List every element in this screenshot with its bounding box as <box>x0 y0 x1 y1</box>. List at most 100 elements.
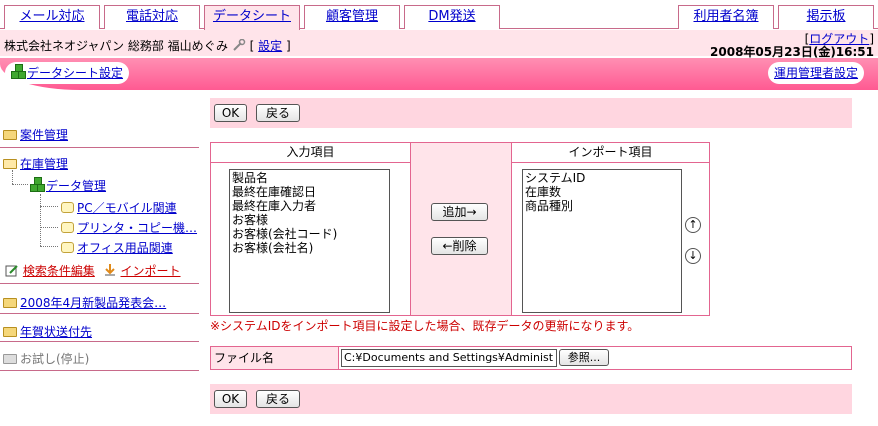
folder-icon <box>3 298 17 308</box>
tab-bar: メール対応 電話対応 データシート 顧客管理 DM発送 利用者名簿 掲示板 <box>0 0 878 30</box>
ok-button-top[interactable]: OK <box>214 104 247 122</box>
user-name: 株式会社ネオジャパン 総務部 福山めぐみ <box>4 39 228 53</box>
sidebar-item-product-launch-link[interactable]: 2008年4月新製品発表会… <box>20 296 166 310</box>
input-items-header: 入力項目 <box>211 143 410 163</box>
tab-board-link[interactable]: 掲示板 <box>806 9 845 24</box>
folder-icon <box>3 130 17 140</box>
tree-line <box>40 227 58 228</box>
tab-customer[interactable]: 顧客管理 <box>304 5 400 29</box>
import-items-header: インポート項目 <box>512 143 709 163</box>
tab-phone[interactable]: 電話対応 <box>104 5 200 29</box>
tab-mail-link[interactable]: メール対応 <box>19 9 84 24</box>
file-row: ファイル名 C:¥Documents and Settings¥Administ… <box>210 346 852 370</box>
tab-dm[interactable]: DM発送 <box>404 5 500 29</box>
file-name-label: ファイル名 <box>211 347 339 369</box>
sidebar-item-trial-label: お試し(停止) <box>20 352 90 366</box>
import-items-panel: インポート項目 システムID 在庫数 商品種別 ↑ ↓ <box>511 142 710 316</box>
list-item[interactable]: 在庫数 <box>525 185 679 199</box>
search-condition-edit-link[interactable]: 検索条件編集 <box>23 264 95 278</box>
ok-button-bottom[interactable]: OK <box>214 390 247 408</box>
import-note: ※システムIDをインポート項目に設定した場合、既存データの更新になります。 <box>210 319 640 333</box>
back-button-bottom[interactable]: 戻る <box>256 390 300 408</box>
sidebar-item-stock-link[interactable]: 在庫管理 <box>20 157 68 171</box>
chat-icon <box>61 222 74 233</box>
chat-icon <box>61 202 74 213</box>
sidebar-divider <box>0 147 199 148</box>
bottom-button-bar: OK 戻る <box>210 384 852 414</box>
datasheet-settings-pill[interactable]: データシート設定 <box>5 62 130 84</box>
sidebar-item-data-mgmt-link[interactable]: データ管理 <box>46 179 106 193</box>
back-button-top[interactable]: 戻る <box>256 104 300 122</box>
sidebar-item-stock[interactable]: 在庫管理 <box>3 155 202 172</box>
move-buttons-panel: 追加→ ←削除 <box>410 142 512 316</box>
folder-icon <box>3 354 17 364</box>
sidebar-item-newyear-link[interactable]: 年賀状送付先 <box>20 325 92 339</box>
add-button[interactable]: 追加→ <box>431 203 488 221</box>
sidebar-divider <box>0 283 199 284</box>
datasheet-icon <box>30 177 46 193</box>
datasheet-icon <box>11 64 27 80</box>
user-info: 株式会社ネオジャパン 総務部 福山めぐみ [ 設定 ] <box>4 37 291 54</box>
sidebar-item-pc-link[interactable]: PC／モバイル関連 <box>77 201 177 215</box>
sidebar-divider <box>0 341 199 342</box>
sidebar-divider <box>0 313 199 314</box>
tab-users[interactable]: 利用者名簿 <box>678 5 774 29</box>
sidebar-item-case[interactable]: 案件管理 <box>3 126 202 143</box>
tab-datasheet[interactable]: データシート <box>204 5 300 30</box>
settings-bracket-close: ] <box>286 39 291 53</box>
sidebar-divider <box>0 370 199 371</box>
list-item[interactable]: 最終在庫確認日 <box>232 185 387 199</box>
settings-link[interactable]: 設定 <box>258 39 282 53</box>
pink-band <box>0 58 878 90</box>
tree-line <box>40 206 58 207</box>
list-item[interactable]: お客様(会社コード) <box>232 227 387 241</box>
folder-open-icon <box>3 159 17 169</box>
settings-bracket-open: [ <box>249 39 255 53</box>
top-button-bar: OK 戻る <box>210 98 852 128</box>
browse-button[interactable]: 参照... <box>559 349 609 366</box>
import-link[interactable]: インポート <box>121 264 181 278</box>
admin-settings-link[interactable]: 運用管理者設定 <box>774 66 858 80</box>
sidebar-item-newyear[interactable]: 年賀状送付先 <box>3 323 202 340</box>
tree-line <box>40 194 41 246</box>
list-item[interactable]: システムID <box>525 171 679 185</box>
sidebar-item-product-launch[interactable]: 2008年4月新製品発表会… <box>3 294 202 311</box>
tab-mail[interactable]: メール対応 <box>4 5 100 29</box>
list-item[interactable]: 最終在庫入力者 <box>232 199 387 213</box>
tree-line <box>40 246 58 247</box>
sidebar-actions: 検索条件編集 インポート <box>5 262 204 279</box>
admin-settings-pill[interactable]: 運用管理者設定 <box>768 62 865 84</box>
move-down-icon[interactable]: ↓ <box>685 248 701 264</box>
move-up-icon[interactable]: ↑ <box>685 217 701 233</box>
tab-users-link[interactable]: 利用者名簿 <box>693 9 758 24</box>
tree-line <box>12 184 28 185</box>
sidebar-item-data-mgmt[interactable]: データ管理 <box>30 177 229 194</box>
tab-dm-link[interactable]: DM発送 <box>428 9 475 24</box>
list-item[interactable]: 製品名 <box>232 171 387 185</box>
tab-datasheet-link[interactable]: データシート <box>213 9 291 24</box>
datasheet-settings-link[interactable]: データシート設定 <box>27 66 123 80</box>
sidebar-item-printer-link[interactable]: プリンタ・コピー機… <box>77 221 197 235</box>
wrench-icon <box>232 38 246 51</box>
tab-board[interactable]: 掲示板 <box>778 5 874 29</box>
sidebar: 案件管理 在庫管理 データ管理 PC／モバイル関連 プリンタ・コピー機… オフィ… <box>0 118 199 426</box>
folder-icon <box>3 327 17 337</box>
user-bar: 株式会社ネオジャパン 総務部 福山めぐみ [ 設定 ] [ログアウト] 2008… <box>0 30 878 59</box>
sidebar-item-office-link[interactable]: オフィス用品関連 <box>77 241 173 255</box>
import-icon <box>103 263 117 277</box>
sidebar-item-trial[interactable]: お試し(停止) <box>3 350 202 367</box>
list-item[interactable]: お客様 <box>232 213 387 227</box>
tab-phone-link[interactable]: 電話対応 <box>126 9 178 24</box>
list-item[interactable]: 商品種別 <box>525 199 679 213</box>
input-items-panel: 入力項目 製品名 最終在庫確認日 最終在庫入力者 お客様 お客様(会社コード) … <box>210 142 411 316</box>
tree-line <box>12 170 13 184</box>
import-items-list[interactable]: システムID 在庫数 商品種別 <box>522 169 682 313</box>
sidebar-item-case-link[interactable]: 案件管理 <box>20 128 68 142</box>
file-path-input[interactable]: C:¥Documents and Settings¥Administ <box>341 349 557 367</box>
chat-icon <box>61 242 74 253</box>
remove-button[interactable]: ←削除 <box>431 237 488 255</box>
edit-icon <box>5 264 19 277</box>
tab-customer-link[interactable]: 顧客管理 <box>326 9 378 24</box>
input-items-list[interactable]: 製品名 最終在庫確認日 最終在庫入力者 お客様 お客様(会社コード) お客様(会… <box>229 169 390 313</box>
list-item[interactable]: お客様(会社名) <box>232 241 387 255</box>
